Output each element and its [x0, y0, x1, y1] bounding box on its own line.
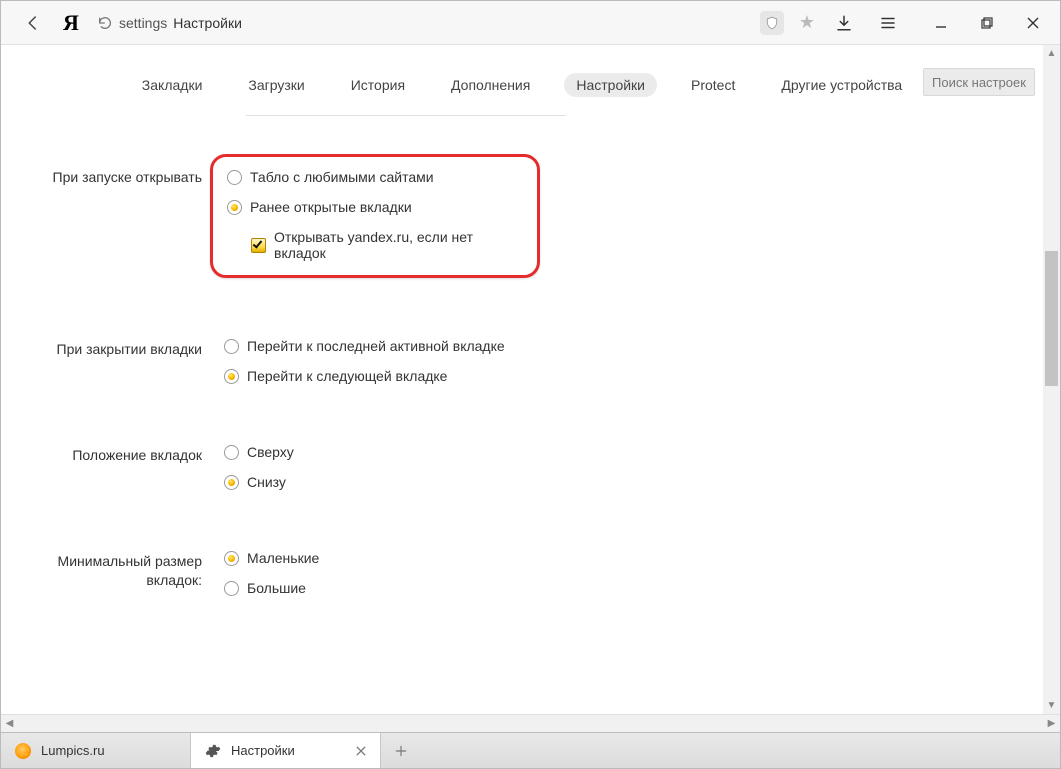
window-maximize-button[interactable] — [964, 1, 1010, 45]
opt-label: Перейти к следующей вкладке — [247, 368, 447, 384]
opt-label: Открывать yandex.ru, если нет вкладок — [274, 229, 515, 261]
opt-label: Перейти к последней активной вкладке — [247, 338, 505, 354]
scroll-up-arrow-icon[interactable]: ▲ — [1043, 45, 1060, 62]
section-tab-min-size: Минимальный размер вкладок: Маленькие Бо… — [1, 550, 1043, 596]
browser-window: Я settings Настройки ★ — [0, 0, 1061, 769]
opt-tab-position-bottom[interactable]: Снизу — [224, 474, 1043, 490]
window-close-button[interactable] — [1010, 1, 1056, 45]
address-key: settings — [119, 15, 167, 31]
startup-highlight-frame: Табло с любимыми сайтами Ранее открытые … — [210, 154, 540, 278]
opt-close-goto-next[interactable]: Перейти к следующей вкладке — [224, 368, 1043, 384]
nav-item-settings[interactable]: Настройки — [564, 73, 657, 97]
nav-item-devices[interactable]: Другие устройства — [769, 73, 914, 97]
radio-icon — [224, 369, 239, 384]
opt-label: Маленькие — [247, 550, 319, 566]
address-bar[interactable]: settings Настройки — [91, 1, 760, 45]
opt-label: Большие — [247, 580, 306, 596]
arrow-left-icon — [24, 14, 42, 32]
address-title: Настройки — [173, 15, 242, 31]
downloads-button[interactable] — [822, 1, 866, 45]
opt-startup-restore-tabs[interactable]: Ранее открытые вкладки — [227, 199, 515, 215]
section-startup-label: При запуске открывать — [1, 166, 224, 278]
main-menu-button[interactable] — [866, 1, 910, 45]
section-close-tab: При закрытии вкладки Перейти к последней… — [1, 338, 1043, 384]
section-tab-position-label: Положение вкладок — [1, 444, 224, 490]
hamburger-icon — [879, 14, 897, 32]
nav-item-protect[interactable]: Protect — [679, 73, 747, 97]
minimize-icon — [935, 17, 947, 29]
download-icon — [835, 14, 853, 32]
section-tab-position: Положение вкладок Сверху Снизу — [1, 444, 1043, 490]
close-icon — [356, 746, 366, 756]
opt-label: Табло с любимыми сайтами — [250, 169, 434, 185]
address-right-actions: ★ — [760, 1, 1056, 45]
nav-item-addons[interactable]: Дополнения — [439, 73, 542, 97]
gear-icon — [205, 743, 221, 759]
new-tab-button[interactable] — [381, 733, 421, 768]
section-close-tab-label: При закрытии вкладки — [1, 338, 224, 384]
radio-icon — [224, 581, 239, 596]
opt-label: Ранее открытые вкладки — [250, 199, 412, 215]
scroll-left-arrow-icon[interactable]: ◀ — [1, 715, 18, 732]
settings-body: При запуске открывать Табло с любимыми с… — [1, 116, 1043, 596]
back-button[interactable] — [11, 1, 55, 45]
protect-shield-icon[interactable] — [760, 11, 784, 35]
page-content: Закладки Загрузки История Дополнения Нас… — [1, 45, 1060, 715]
section-startup: При запуске открывать Табло с любимыми с… — [1, 166, 1043, 278]
yandex-logo[interactable]: Я — [51, 1, 91, 45]
opt-tab-position-top[interactable]: Сверху — [224, 444, 1043, 460]
orange-citrus-icon — [15, 743, 31, 759]
opt-startup-open-yandex-checkbox[interactable]: Открывать yandex.ru, если нет вкладок — [251, 229, 515, 261]
tab-close-button[interactable] — [344, 746, 366, 756]
radio-icon — [224, 445, 239, 460]
opt-tab-min-small[interactable]: Маленькие — [224, 550, 1043, 566]
radio-icon — [224, 475, 239, 490]
radio-icon — [224, 551, 239, 566]
close-icon — [1027, 17, 1039, 29]
maximize-icon — [981, 17, 993, 29]
reload-icon[interactable] — [97, 15, 113, 31]
opt-label: Сверху — [247, 444, 294, 460]
opt-startup-tableau[interactable]: Табло с любимыми сайтами — [227, 169, 515, 185]
scroll-thumb[interactable] — [1045, 251, 1058, 386]
nav-item-history[interactable]: История — [339, 73, 417, 97]
nav-item-bookmarks[interactable]: Закладки — [130, 73, 215, 97]
radio-icon — [224, 339, 239, 354]
plus-icon — [394, 744, 408, 758]
tab-label: Lumpics.ru — [41, 743, 105, 758]
settings-page: Закладки Загрузки История Дополнения Нас… — [1, 45, 1043, 714]
checkbox-icon — [251, 238, 266, 253]
opt-close-goto-last-active[interactable]: Перейти к последней активной вкладке — [224, 338, 1043, 354]
browser-toolbar: Я settings Настройки ★ — [1, 1, 1060, 45]
bookmark-star-icon[interactable]: ★ — [792, 12, 822, 33]
opt-tab-min-big[interactable]: Большие — [224, 580, 1043, 596]
radio-icon — [227, 200, 242, 215]
tab-strip: Lumpics.ru Настройки — [1, 732, 1060, 768]
tab-settings[interactable]: Настройки — [191, 733, 381, 768]
shield-icon — [765, 16, 779, 30]
horizontal-scrollbar[interactable]: ◀ ▶ — [1, 715, 1060, 732]
settings-search-input[interactable]: Поиск настроек — [923, 68, 1035, 96]
tab-label: Настройки — [231, 743, 295, 758]
scroll-right-arrow-icon[interactable]: ▶ — [1043, 715, 1060, 732]
scroll-down-arrow-icon[interactable]: ▼ — [1043, 697, 1060, 714]
nav-item-downloads[interactable]: Загрузки — [236, 73, 316, 97]
settings-nav: Закладки Загрузки История Дополнения Нас… — [1, 45, 1043, 115]
opt-label: Снизу — [247, 474, 286, 490]
vertical-scrollbar[interactable]: ▲ ▼ — [1043, 45, 1060, 714]
section-tab-min-size-label: Минимальный размер вкладок: — [1, 550, 224, 596]
window-minimize-button[interactable] — [918, 1, 964, 45]
tab-lumpics[interactable]: Lumpics.ru — [1, 733, 191, 768]
radio-icon — [227, 170, 242, 185]
